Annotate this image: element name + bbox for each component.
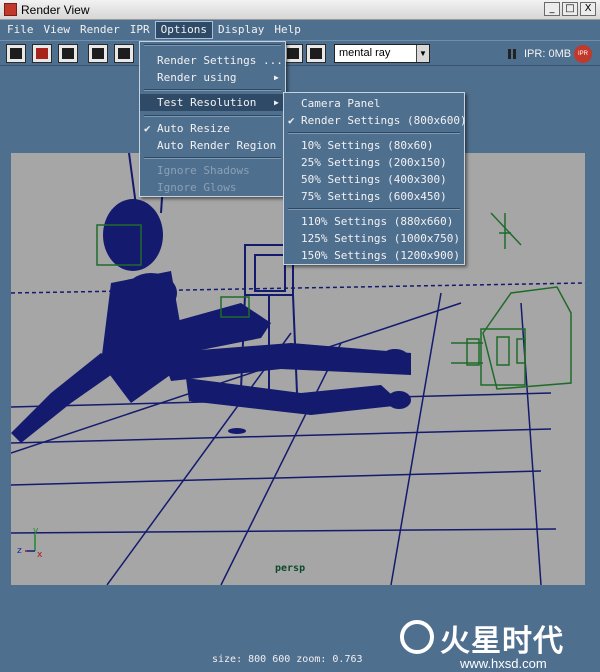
res-125-percent[interactable]: 125% Settings (1000x750) [284,230,464,247]
res-50-percent[interactable]: 50% Settings (400x300) [284,171,464,188]
menu-render-settings[interactable]: Render Settings ... [140,52,285,69]
res-10-percent-label: 10% Settings (80x60) [301,139,434,152]
menu-test-resolution-label: Test Resolution [157,96,257,109]
res-camera-panel[interactable]: Camera Panel [284,95,464,112]
snapshot-icon[interactable] [58,44,78,63]
close-button[interactable]: X [580,2,596,16]
menu-separator [288,132,460,134]
menu-view[interactable]: View [39,21,76,39]
renderer-value: mental ray [339,47,391,59]
refresh-ipr-icon[interactable] [114,44,134,63]
window-title: Render View [21,2,90,17]
renderer-select[interactable]: mental ray ▼ [334,44,430,63]
watermark-url: www.hxsd.com [460,656,547,671]
watermark-brand: 火星时代 [440,624,564,659]
axis-z-label: z [17,546,22,556]
pause-icon[interactable] [508,49,516,59]
menu-ignore-shadows: Ignore Shadows [140,162,285,179]
axis-y-label: y [33,526,39,536]
tearoff-line[interactable] [144,44,281,46]
res-75-percent[interactable]: 75% Settings (600x450) [284,188,464,205]
menu-ignore-shadows-label: Ignore Shadows [157,164,250,177]
maximize-button[interactable]: □ [562,2,578,16]
test-resolution-submenu: Camera Panel ✔ Render Settings (800x600)… [283,92,467,265]
menu-ignore-glows: Ignore Glows [140,179,285,196]
menu-auto-resize-label: Auto Resize [157,122,230,135]
menu-render[interactable]: Render [75,21,125,39]
res-150-percent[interactable]: 150% Settings (1200x900) [284,247,464,264]
res-10-percent[interactable]: 10% Settings (80x60) [284,137,464,154]
res-25-percent[interactable]: 25% Settings (200x150) [284,154,464,171]
status-size-zoom: size: 800 600 zoom: 0.763 [212,654,363,665]
submenu-arrow-icon: ▶ [274,98,279,107]
menu-render-settings-label: Render Settings ... [157,54,283,67]
menu-auto-resize[interactable]: ✔ Auto Resize [140,120,285,137]
res-render-settings[interactable]: ✔ Render Settings (800x600) [284,112,467,129]
menu-auto-render-region[interactable]: Auto Render Region [140,137,285,154]
display-alpha-icon[interactable] [306,44,326,63]
menu-bar: File View Render IPR Options Display Hel… [0,20,600,40]
options-menu: Render Settings ... Render using ▶ Test … [139,41,286,197]
menu-display[interactable]: Display [213,21,269,39]
ipr-memory: IPR: 0MB [524,48,572,60]
redo-render-icon[interactable] [6,44,26,63]
menu-options[interactable]: Options [154,21,213,39]
axis-x-label: x [37,550,43,560]
res-125-percent-label: 125% Settings (1000x750) [301,232,460,245]
ipr-render-icon[interactable] [88,44,108,63]
window-controls: _ □ X [544,2,596,16]
submenu-arrow-icon: ▶ [274,73,279,82]
menu-render-using[interactable]: Render using ▶ [140,69,285,86]
check-icon: ✔ [144,122,151,135]
menu-render-using-label: Render using [157,71,237,84]
menu-file[interactable]: File [2,21,39,39]
menu-ignore-glows-label: Ignore Glows [157,181,237,194]
res-110-percent[interactable]: 110% Settings (880x660) [284,213,464,230]
keep-image-icon[interactable] [283,44,303,63]
menu-separator [144,115,281,117]
app-icon [4,3,17,16]
toolbar: mental ray ▼ IPR: 0MB IPR [0,40,600,66]
camera-label: persp [275,563,306,574]
axis-indicator: y z x [17,526,43,560]
res-50-percent-label: 50% Settings (400x300) [301,173,447,186]
render-region-icon[interactable] [32,44,52,63]
chevron-down-icon[interactable]: ▼ [416,45,429,62]
res-110-percent-label: 110% Settings (880x660) [301,215,454,228]
menu-test-resolution[interactable]: Test Resolution ▶ [140,94,285,111]
minimize-button[interactable]: _ [544,2,560,16]
menu-separator [144,89,281,91]
res-camera-panel-label: Camera Panel [301,97,381,110]
watermark: 火星时代 www.hxsd.com [398,616,594,671]
res-25-percent-label: 25% Settings (200x150) [301,156,447,169]
title-bar: Render View _ □ X [0,0,600,20]
menu-ipr[interactable]: IPR [125,21,155,39]
res-75-percent-label: 75% Settings (600x450) [301,190,447,203]
menu-help[interactable]: Help [269,21,306,39]
menu-auto-render-region-label: Auto Render Region [157,139,277,152]
ipr-badge-icon[interactable]: IPR [574,45,592,63]
menu-separator [144,157,281,159]
res-150-percent-label: 150% Settings (1200x900) [301,249,460,262]
menu-separator [288,208,460,210]
watermark-logo-icon [400,620,434,654]
res-render-settings-label: Render Settings (800x600) [301,114,467,127]
check-icon: ✔ [288,114,295,127]
